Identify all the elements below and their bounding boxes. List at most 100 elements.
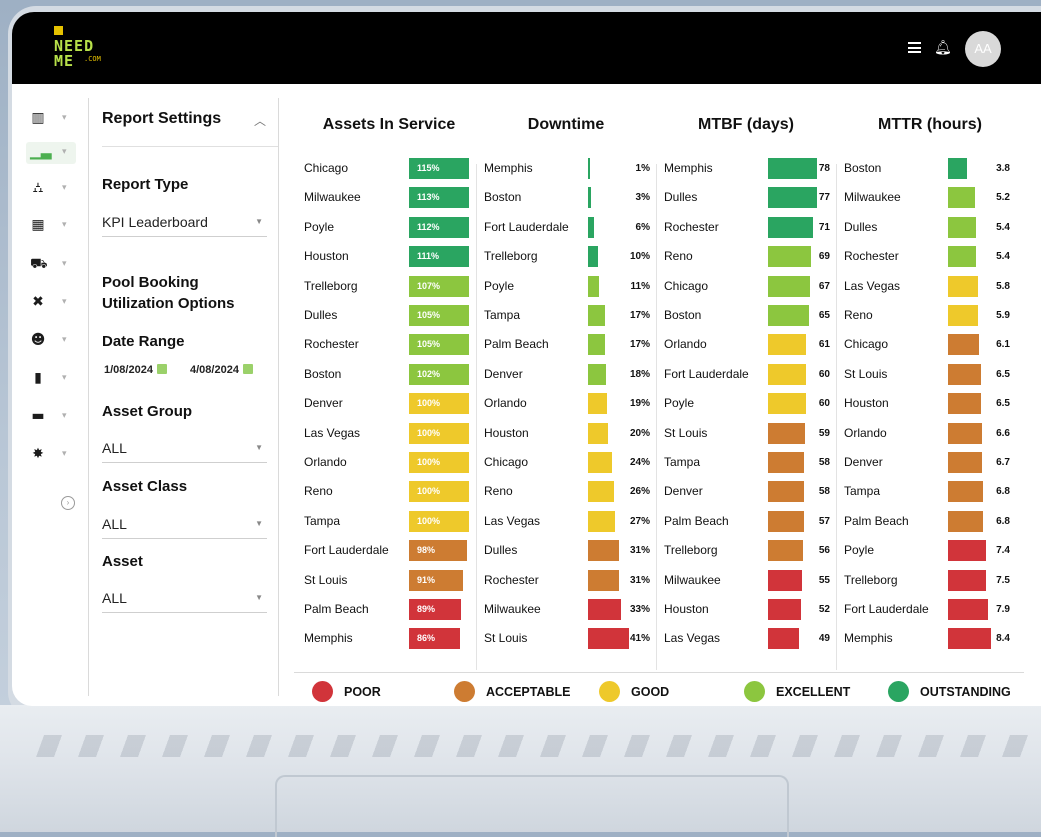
folder-icon: ▬ [31, 408, 45, 424]
kpi-bar [948, 628, 991, 650]
site-name: Dulles [664, 190, 698, 205]
leaderboard-row: Houston 6.5 [838, 393, 1014, 415]
site-name: Las Vegas [844, 278, 901, 293]
leaderboard-row: Orlando 100% [298, 452, 474, 474]
leaderboard-row: Reno 69 [658, 246, 834, 268]
rail-item-grid[interactable]: ▦ ▾ [26, 215, 76, 237]
leaderboard-row: Poyle 11% [478, 275, 654, 298]
chevron-down-icon: ▾ [62, 112, 67, 122]
kpi-value: 6.8 [996, 515, 1010, 527]
leaderboard-row: Houston 52 [658, 599, 834, 621]
site-name: Fort Lauderdale [484, 219, 569, 234]
kpi-value: 5.2 [996, 192, 1010, 204]
kpi-bar [768, 393, 806, 415]
calendar-icon [156, 364, 167, 374]
leaderboard-row: Memphis 8.4 [838, 628, 1014, 650]
chevron-down-icon: ▾ [62, 448, 67, 458]
rail-item-reports[interactable]: ▁▃ ▾ [26, 142, 76, 164]
collapse-arrow-icon[interactable]: › [61, 496, 75, 510]
chevron-up-icon[interactable]: ︿ [254, 112, 266, 129]
rail-item-map[interactable]: ▥ ▾ [26, 108, 76, 130]
kpi-value: 100% [417, 486, 441, 497]
asset-class-select[interactable]: ALL ▼ [102, 512, 267, 539]
kpi-bar [588, 393, 607, 415]
pool-booking-label-2: Utilization Options [102, 295, 235, 312]
leaderboard-row: Boston 3% [478, 187, 654, 209]
needme-logo[interactable]: NEED ME .COM [54, 26, 114, 78]
kpi-value: 61 [818, 339, 830, 351]
kpi-bar: 100% [409, 393, 469, 415]
kpi-bar [948, 599, 988, 620]
rail-item-folder[interactable]: ▬ ▾ [26, 406, 76, 428]
site-name: Milwaukee [304, 190, 361, 205]
rail-item-hierarchy[interactable]: ⛼ ▾ [26, 178, 76, 200]
kpi-value: 5.8 [996, 280, 1010, 292]
asset-group-select[interactable]: ALL ▼ [102, 436, 267, 463]
report-settings-panel: Report Settings ︿ Report Type KPI Leader… [102, 98, 278, 698]
column-title-mtbf: MTBF (days) [698, 116, 794, 133]
kpi-bar [768, 452, 804, 473]
site-name: Milwaukee [484, 602, 541, 616]
kpi-bar [588, 334, 605, 356]
site-name: Dulles [304, 308, 338, 322]
kpi-value: 6% [635, 221, 650, 233]
kpi-value: 112% [417, 221, 440, 232]
kpi-value: 3.8 [996, 163, 1010, 174]
chevron-down-icon: ▾ [62, 334, 67, 344]
kpi-value: 58 [818, 457, 830, 468]
date-to-field[interactable]: 4/08/2024 [190, 364, 253, 376]
leaderboard-row: Trelleborg 7.5 [838, 569, 1014, 592]
date-from-value: 1/08/2024 [104, 364, 153, 376]
kpi-bar [768, 246, 811, 268]
kpi-value: 18% [629, 368, 650, 380]
kpi-value: 6.8 [996, 486, 1010, 498]
car-icon: ⛟ [30, 256, 48, 272]
site-name: Rochester [304, 337, 359, 352]
date-to-value: 4/08/2024 [190, 364, 239, 376]
kpi-value: 105% [417, 339, 441, 350]
rail-item-vehicles[interactable]: ⛟ ▾ [26, 254, 76, 276]
site-name: Houston [304, 249, 349, 264]
kpi-bar: 102% [409, 363, 469, 385]
site-name: Denver [484, 366, 523, 381]
kpi-bar: 89% [409, 599, 461, 620]
settings-divider [278, 98, 279, 696]
rail-item-settings[interactable]: ✸ ▾ [26, 444, 76, 466]
site-name: Rochester [484, 572, 539, 587]
date-from-field[interactable]: 1/08/2024 [104, 364, 167, 376]
user-avatar[interactable]: AA [965, 31, 1001, 67]
leaderboard-row: Dulles 5.4 [838, 216, 1014, 239]
users-icon: ☻ [30, 332, 46, 348]
leaderboard-row: Boston 3.8 [838, 158, 1014, 180]
rail-item-users[interactable]: ☻ ▾ [26, 330, 76, 352]
kpi-value: 26% [629, 486, 650, 498]
rail-divider [88, 98, 89, 696]
legend-label: EXCELLENT [776, 685, 851, 699]
kpi-bar [588, 275, 599, 297]
kpi-bar: 107% [409, 275, 469, 297]
site-name: Poyle [484, 278, 515, 293]
rail-item-clipboard[interactable]: ▮ ▾ [26, 368, 76, 390]
hamburger-menu-icon[interactable] [908, 42, 921, 53]
report-type-select[interactable]: KPI Leaderboard ▼ [102, 210, 267, 237]
asset-select[interactable]: ALL ▼ [102, 586, 267, 613]
site-name: Denver [304, 396, 343, 411]
report-type-value: KPI Leaderboard [102, 214, 208, 230]
leaderboard-row: Milwaukee 55 [658, 569, 834, 592]
site-name: Memphis [844, 631, 893, 646]
kpi-bar [948, 481, 983, 503]
kpi-bar: 91% [409, 569, 463, 591]
leaderboard-row: Trelleborg 107% [298, 275, 474, 298]
kpi-bar [768, 481, 804, 503]
laptop-base [0, 705, 1041, 837]
chevron-down-icon: ▾ [62, 372, 67, 382]
bell-icon[interactable]: 🔔︎ [934, 39, 952, 56]
asset-group-label: Asset Group [102, 403, 193, 420]
site-name: Trelleborg [664, 543, 718, 558]
site-name: Boston [844, 161, 882, 175]
leaderboard-row: Denver 100% [298, 393, 474, 415]
site-name: Houston [664, 602, 709, 616]
rail-item-tools[interactable]: ✖ ▾ [26, 292, 76, 314]
grid-icon: ▦ [31, 217, 45, 233]
kpi-value: 113% [417, 192, 440, 203]
